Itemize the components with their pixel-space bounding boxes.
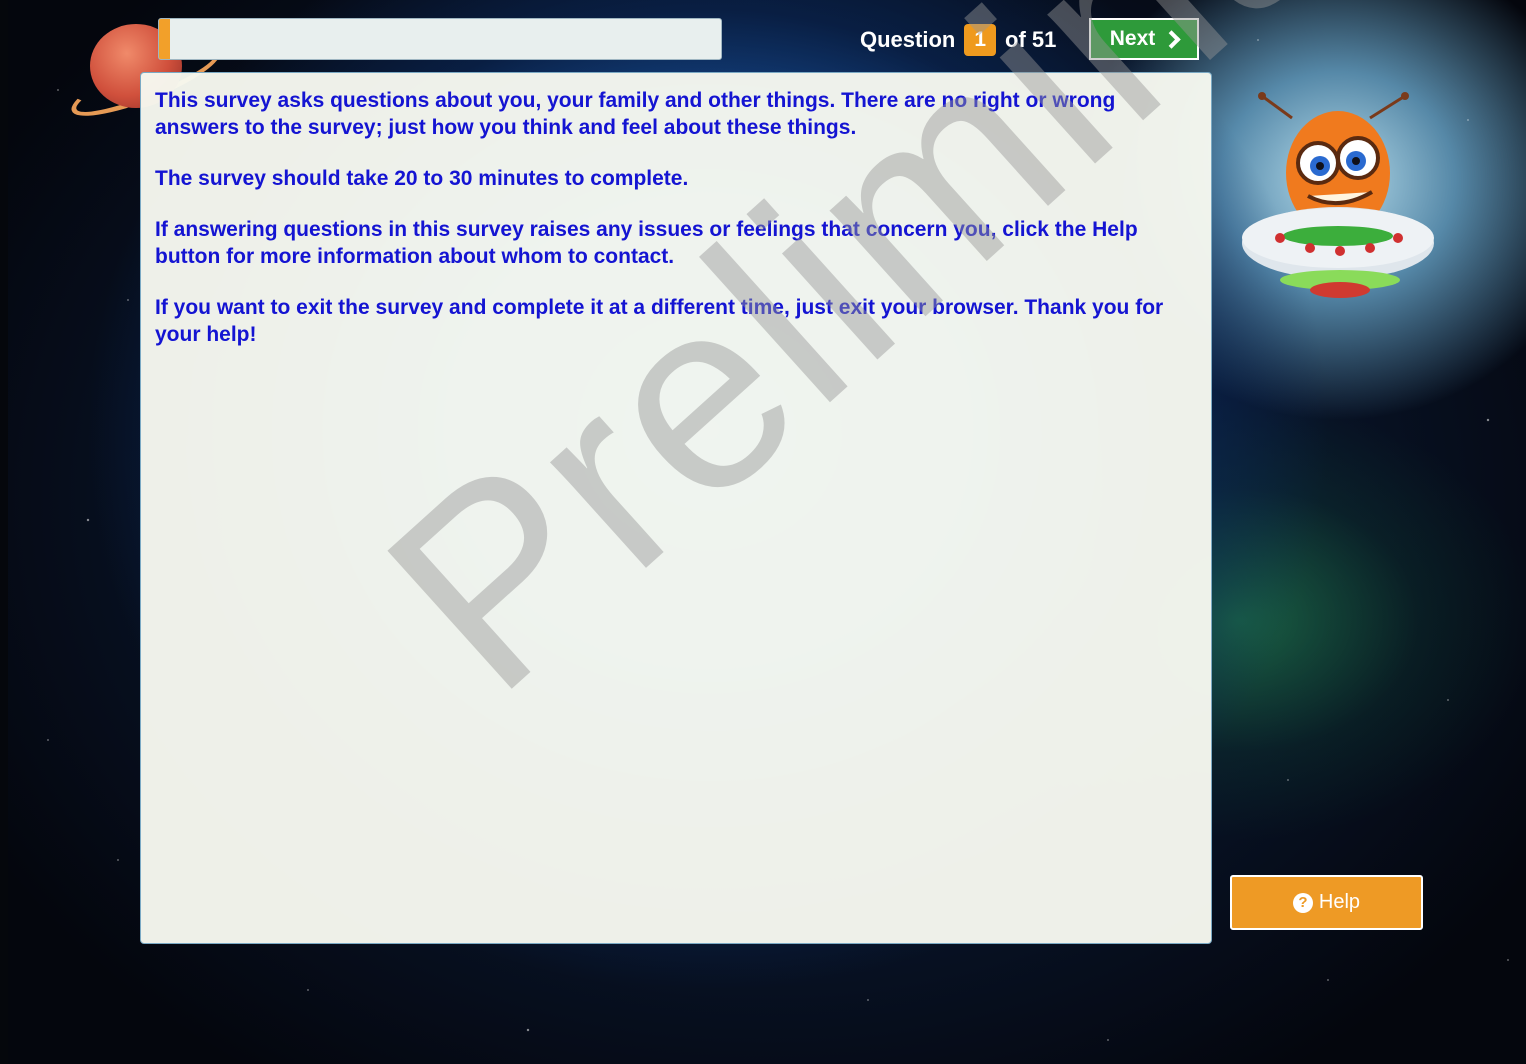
chevron-right-icon <box>1162 29 1181 49</box>
progress-bar-fill <box>159 19 171 59</box>
progress-bar <box>158 18 722 60</box>
question-circle-icon: ? <box>1292 892 1313 913</box>
next-button-label: Next <box>1109 27 1156 50</box>
question-counter: Question 1 of 51 <box>860 22 1056 58</box>
intro-panel: This survey asks questions about you, yo… <box>140 72 1212 944</box>
question-total: of 51 <box>1005 27 1057 52</box>
question-label: Question <box>860 27 956 52</box>
intro-paragraph-2: The survey should take 20 to 30 minutes … <box>155 167 689 190</box>
intro-paragraph-4: If you want to exit the survey and compl… <box>155 296 1164 346</box>
intro-paragraph-1: This survey asks questions about you, yo… <box>155 89 1116 139</box>
help-button-label: Help <box>1318 891 1361 913</box>
current-question-badge: 1 <box>964 24 997 56</box>
intro-paragraph-3: If answering questions in this survey ra… <box>155 218 1138 268</box>
alien-ufo-mascot <box>1242 92 1434 298</box>
help-button[interactable]: ? Help <box>1230 875 1423 930</box>
next-button[interactable]: Next <box>1089 18 1199 60</box>
